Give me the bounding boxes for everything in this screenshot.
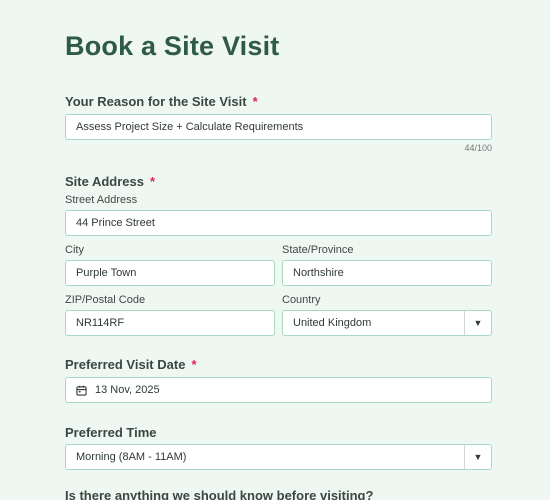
required-mark: * <box>150 174 156 189</box>
booking-page: Book a Site Visit Your Reason for the Si… <box>0 0 550 500</box>
reason-char-counter: 44/100 <box>464 143 492 153</box>
reason-input[interactable]: Assess Project Size + Calculate Requirem… <box>65 114 492 140</box>
zip-input[interactable]: NR114RF <box>65 310 275 336</box>
street-address-label: Street Address <box>65 194 138 206</box>
required-mark: * <box>252 94 258 109</box>
reason-label: Your Reason for the Site Visit * <box>65 94 258 109</box>
site-address-label-text: Site Address <box>65 174 144 189</box>
site-address-label: Site Address * <box>65 174 155 189</box>
zip-label: ZIP/Postal Code <box>65 294 146 306</box>
country-select[interactable]: United Kingdom ▼ <box>282 310 492 336</box>
city-value: Purple Town <box>76 267 137 279</box>
reason-input-value: Assess Project Size + Calculate Requirem… <box>76 121 304 133</box>
country-value: United Kingdom <box>293 317 372 329</box>
zip-value: NR114RF <box>76 317 125 329</box>
visit-time-value: Morning (8AM - 11AM) <box>76 451 187 463</box>
visit-date-value: 13 Nov, 2025 <box>95 384 160 396</box>
street-address-input[interactable]: 44 Prince Street <box>65 210 492 236</box>
visit-time-select[interactable]: Morning (8AM - 11AM) ▼ <box>65 444 492 470</box>
notes-label: Is there anything we should know before … <box>65 488 374 500</box>
state-value: Northshire <box>293 267 344 279</box>
required-mark: * <box>191 357 197 372</box>
city-label: City <box>65 244 84 256</box>
city-input[interactable]: Purple Town <box>65 260 275 286</box>
country-label: Country <box>282 294 321 306</box>
visit-date-label-text: Preferred Visit Date <box>65 357 186 372</box>
state-input[interactable]: Northshire <box>282 260 492 286</box>
page-title: Book a Site Visit <box>65 31 280 61</box>
chevron-down-icon[interactable]: ▼ <box>464 445 491 469</box>
visit-time-label: Preferred Time <box>65 425 157 440</box>
visit-date-input[interactable]: 13 Nov, 2025 <box>65 377 492 403</box>
chevron-down-icon[interactable]: ▼ <box>464 311 491 335</box>
reason-label-text: Your Reason for the Site Visit <box>65 94 247 109</box>
visit-date-label: Preferred Visit Date * <box>65 357 197 372</box>
state-label: State/Province <box>282 244 354 256</box>
calendar-icon <box>76 385 87 396</box>
street-address-value: 44 Prince Street <box>76 217 155 229</box>
